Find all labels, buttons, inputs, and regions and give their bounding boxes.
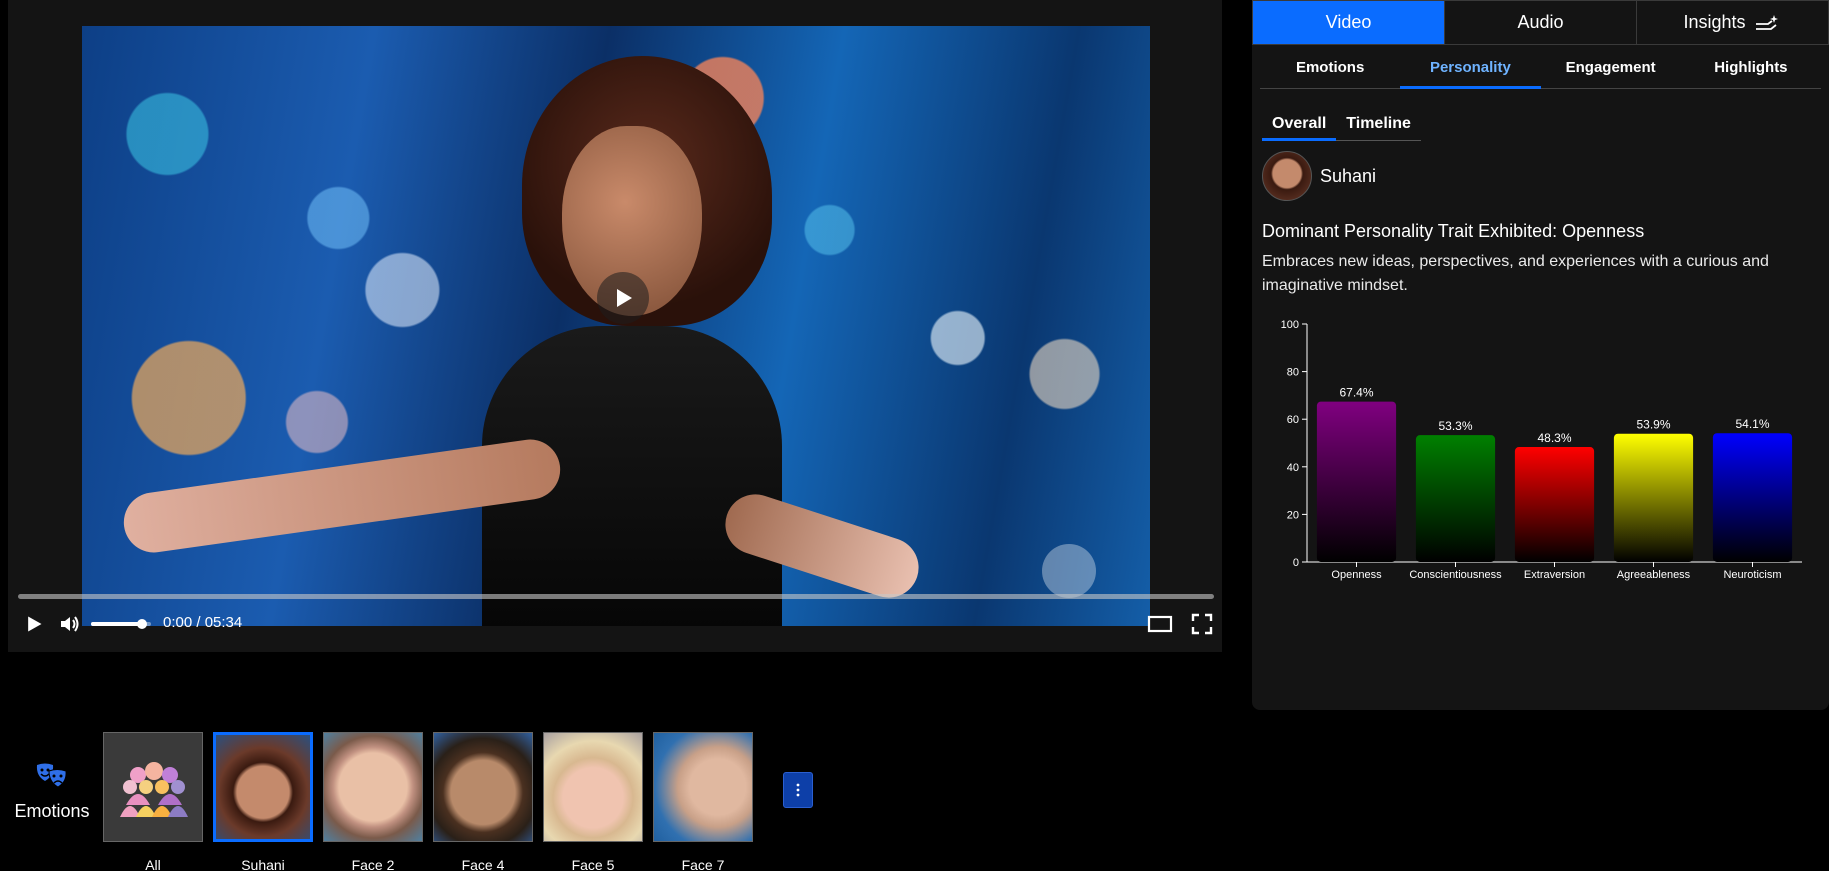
tab-insights-label: Insights bbox=[1683, 12, 1746, 32]
dominant-trait-title: Dominant Personality Trait Exhibited: Op… bbox=[1262, 221, 1645, 241]
x-tick-label-openness: Openness bbox=[1331, 569, 1382, 581]
x-tick-label-conscientiousness: Conscientiousness bbox=[1409, 569, 1502, 581]
face-thumb-all[interactable] bbox=[103, 732, 203, 842]
x-tick-label-neuroticism: Neuroticism bbox=[1723, 569, 1781, 581]
tab-timeline[interactable]: Timeline bbox=[1336, 107, 1421, 140]
data-label-agreeableness: 53.9% bbox=[1636, 418, 1670, 432]
main-tabs: Video Audio Insights bbox=[1252, 0, 1829, 45]
face-card-suhani[interactable]: Suhani bbox=[213, 732, 313, 871]
tab-insights[interactable]: Insights bbox=[1637, 1, 1828, 44]
bar-openness[interactable] bbox=[1316, 401, 1397, 562]
tab-audio[interactable]: Audio bbox=[1445, 1, 1637, 44]
face-thumb-face-7[interactable] bbox=[653, 732, 753, 842]
mute-button[interactable] bbox=[56, 610, 84, 638]
person-name: Suhani bbox=[1320, 165, 1377, 186]
tab-emotions[interactable]: Emotions bbox=[1260, 47, 1400, 88]
y-tick-label: 0 bbox=[1293, 557, 1299, 569]
tab-overall[interactable]: Overall bbox=[1262, 107, 1337, 141]
data-label-conscientiousness: 53.3% bbox=[1438, 419, 1472, 433]
analysis-sub-tabs: Emotions Personality Engagement Highligh… bbox=[1260, 47, 1821, 89]
emotions-label: Emotions bbox=[14, 801, 90, 821]
sparkle-hand-icon bbox=[1755, 14, 1778, 30]
volume-slider[interactable] bbox=[91, 619, 151, 629]
x-tick-label-agreeableness: Agreeableness bbox=[1617, 569, 1691, 581]
center-play-button[interactable] bbox=[597, 272, 649, 324]
bar-conscientiousness[interactable] bbox=[1415, 435, 1496, 562]
face-caption-suhani: Suhani bbox=[241, 857, 285, 871]
face-thumb-suhani[interactable] bbox=[213, 732, 313, 842]
data-label-extraversion: 48.3% bbox=[1537, 431, 1571, 445]
volume-knob[interactable] bbox=[137, 619, 147, 629]
face-card-face-7[interactable]: Face 7 bbox=[653, 732, 753, 871]
video-frame[interactable] bbox=[82, 26, 1150, 626]
bar-neuroticism[interactable] bbox=[1712, 433, 1793, 562]
y-tick-label: 100 bbox=[1281, 319, 1299, 331]
theater-mode-button[interactable] bbox=[1146, 610, 1174, 638]
data-label-openness: 67.4% bbox=[1339, 386, 1373, 400]
personality-bar-chart: 0 20 40 60 80 100 67.4% Openness 53.3% Conscienti… bbox=[1281, 319, 1802, 581]
y-tick-label: 60 bbox=[1287, 414, 1299, 426]
fullscreen-icon bbox=[1191, 613, 1213, 635]
face-selector: All Suhani Face 2 Face 4 Face 5 Face 7 bbox=[103, 732, 753, 871]
more-vertical-icon bbox=[796, 783, 800, 797]
tab-video[interactable]: Video bbox=[1253, 1, 1445, 44]
face-card-face-5[interactable]: Face 5 bbox=[543, 732, 643, 871]
play-button[interactable] bbox=[20, 610, 48, 638]
video-player: 0:00 / 05:34 bbox=[8, 0, 1222, 652]
data-label-neuroticism: 54.1% bbox=[1735, 417, 1769, 431]
emotions-section-label: Emotions bbox=[12, 762, 92, 822]
play-icon bbox=[617, 289, 632, 307]
theater-icon bbox=[1147, 615, 1173, 633]
x-tick-label-extraversion: Extraversion bbox=[1524, 569, 1585, 581]
progress-bar[interactable] bbox=[18, 594, 1214, 599]
person-header: Suhani bbox=[1262, 151, 1829, 201]
tab-highlights[interactable]: Highlights bbox=[1681, 47, 1821, 88]
bar-extraversion[interactable] bbox=[1514, 447, 1595, 562]
face-card-face-4[interactable]: Face 4 bbox=[433, 732, 533, 871]
fullscreen-button[interactable] bbox=[1188, 610, 1216, 638]
face-caption-face-7: Face 7 bbox=[681, 857, 725, 871]
face-caption-face-2: Face 2 bbox=[351, 857, 395, 871]
face-thumb-face-5[interactable] bbox=[543, 732, 643, 842]
face-thumb-face-4[interactable] bbox=[433, 732, 533, 842]
more-faces-button[interactable] bbox=[783, 772, 813, 808]
face-thumb-face-2[interactable] bbox=[323, 732, 423, 842]
face-caption-face-5: Face 5 bbox=[571, 857, 615, 871]
y-tick-label: 80 bbox=[1287, 367, 1299, 379]
volume-icon bbox=[61, 616, 79, 632]
avatar bbox=[1262, 151, 1312, 201]
tab-audio-label: Audio bbox=[1517, 12, 1564, 32]
group-icon bbox=[120, 762, 188, 817]
tab-engagement[interactable]: Engagement bbox=[1541, 47, 1681, 88]
player-controls: 0:00 / 05:34 bbox=[8, 590, 1222, 652]
y-tick-label: 20 bbox=[1287, 509, 1299, 521]
theater-masks-icon bbox=[36, 763, 67, 788]
time-display: 0:00 / 05:34 bbox=[163, 614, 243, 631]
analysis-panel: Video Audio Insights Emotions Personalit… bbox=[1252, 0, 1829, 710]
volume-fill bbox=[91, 622, 142, 626]
view-tabs: Overall Timeline bbox=[1262, 107, 1421, 141]
face-card-all[interactable]: All bbox=[103, 732, 203, 871]
y-tick-label: 40 bbox=[1287, 462, 1299, 474]
dominant-trait-description: Embraces new ideas, perspectives, and ex… bbox=[1262, 253, 1769, 294]
play-icon bbox=[28, 616, 42, 632]
face-card-face-2[interactable]: Face 2 bbox=[323, 732, 423, 871]
face-caption-face-4: Face 4 bbox=[461, 857, 505, 871]
bar-agreeableness[interactable] bbox=[1613, 433, 1694, 562]
tab-video-label: Video bbox=[1325, 12, 1372, 32]
tab-personality[interactable]: Personality bbox=[1400, 47, 1541, 89]
face-caption-all: All bbox=[145, 857, 161, 871]
